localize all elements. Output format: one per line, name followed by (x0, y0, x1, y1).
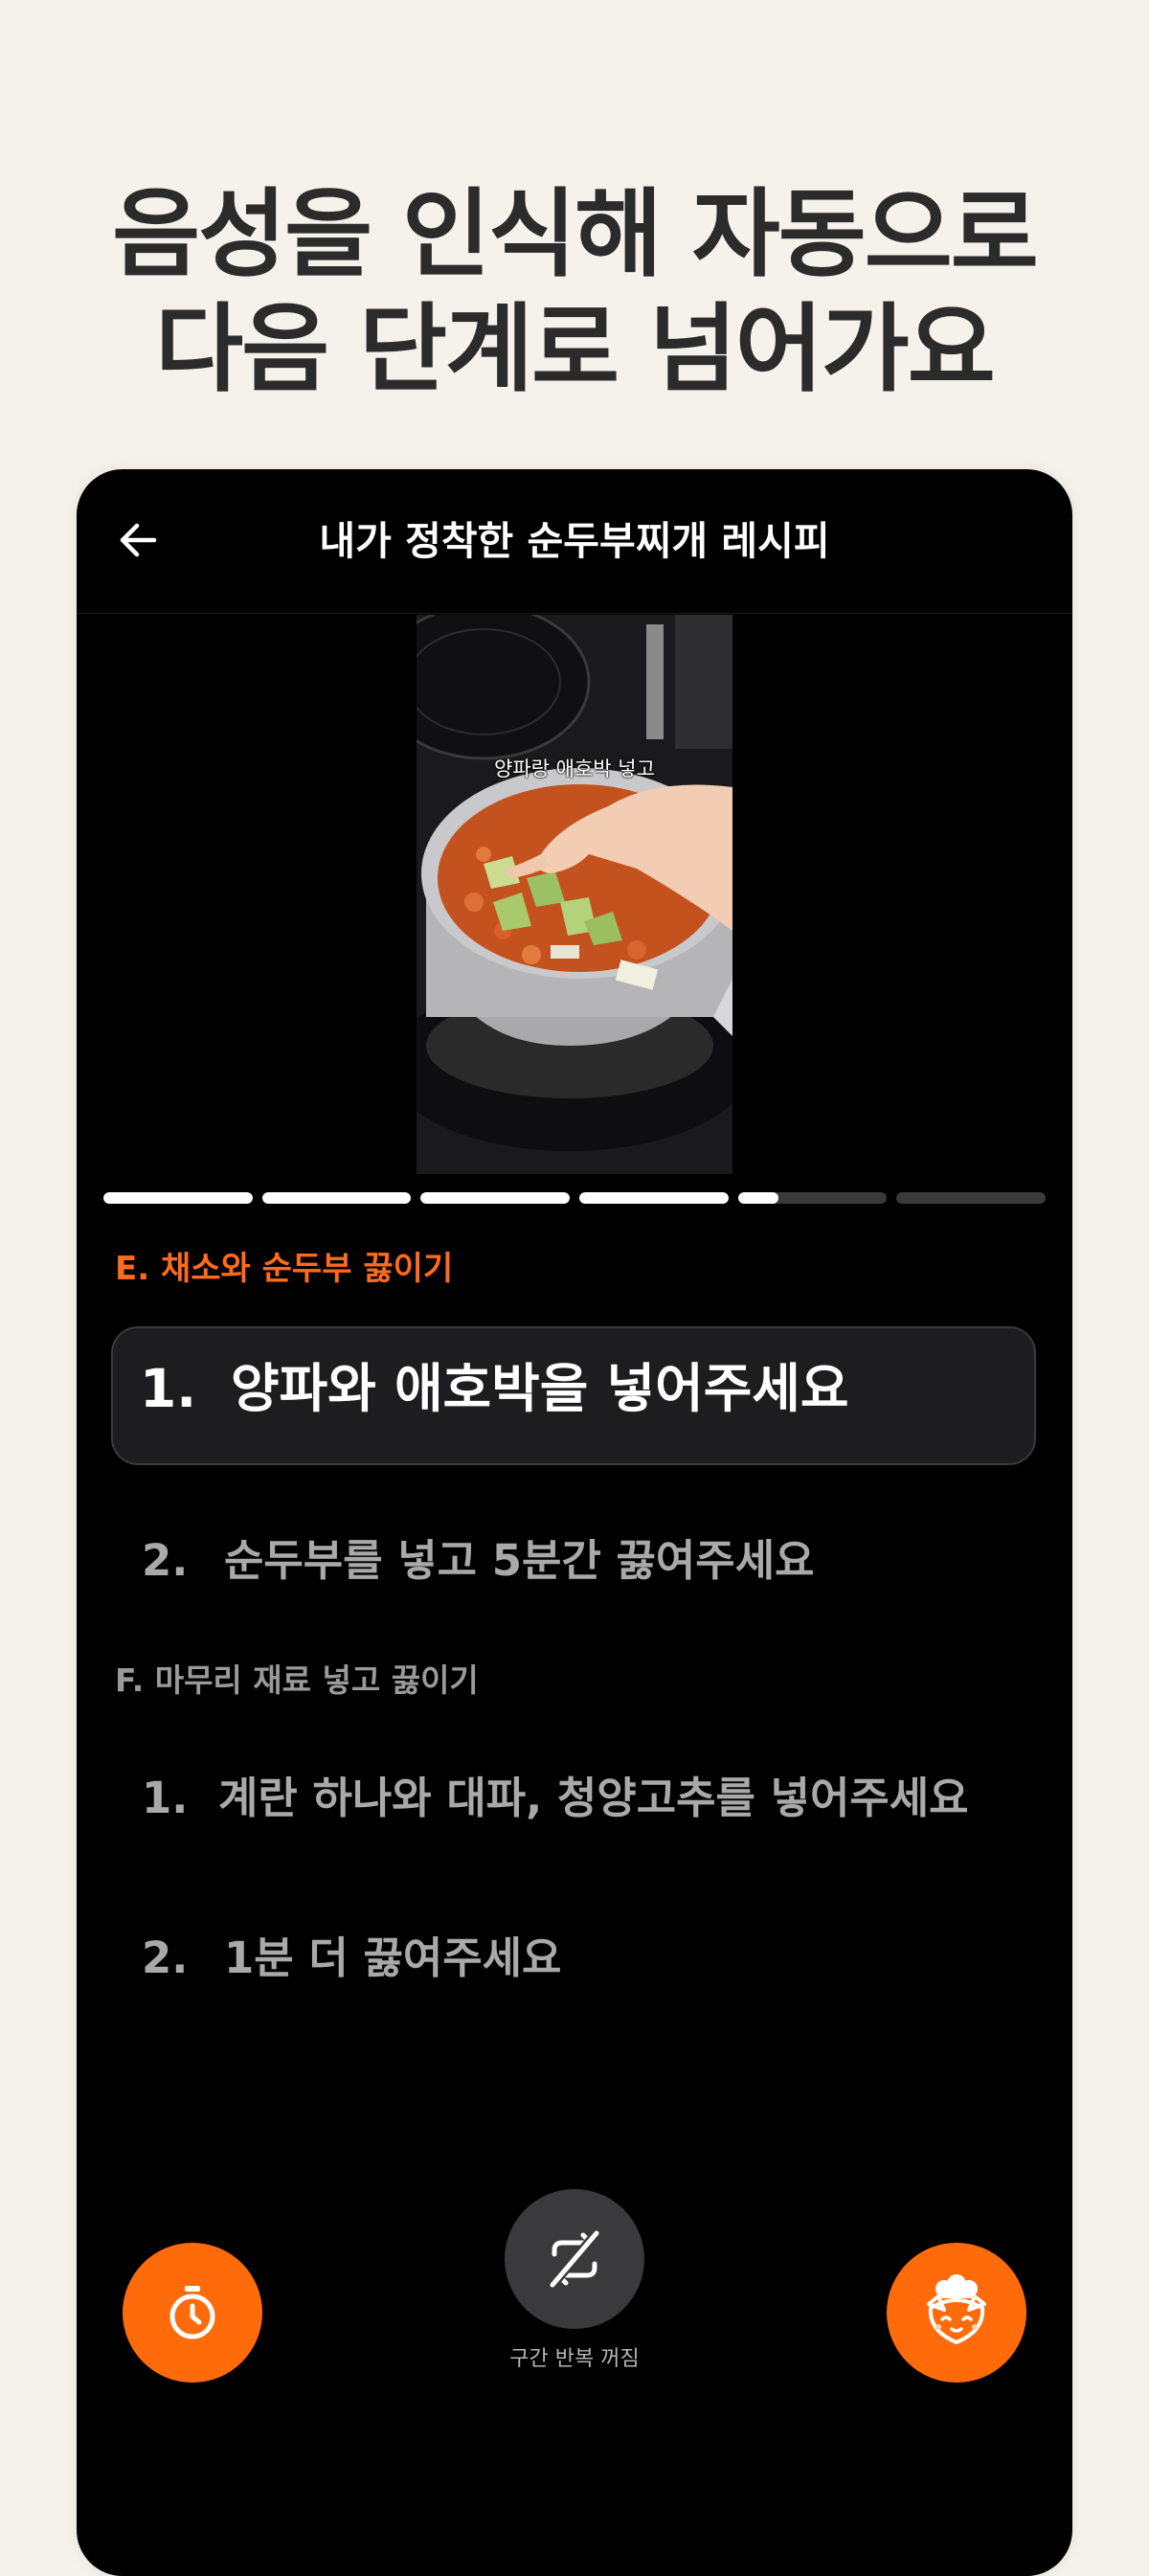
step-number: 1. (142, 1773, 189, 1823)
progress-segment (737, 1192, 888, 1204)
repeat-toggle-button[interactable] (505, 2189, 644, 2329)
video-caption: 양파랑 애호박 넣고 (494, 757, 655, 780)
step-number: 2. (142, 1535, 189, 1586)
progress-segment (103, 1192, 253, 1204)
progress-segment (896, 1192, 1047, 1204)
promo-headline-line1: 음성을 인식해 자동으로 (112, 178, 1039, 290)
top-bar: 내가 정착한 순두부찌개 레시피 (77, 469, 1072, 614)
promo-headline: 음성을 인식해 자동으로 다음 단계로 넘어가요 (0, 177, 1149, 407)
assistant-button[interactable] (887, 2243, 1026, 2383)
progress-segment-fill (261, 1192, 412, 1204)
step-text: 1분 더 끓여주세요 (224, 1932, 562, 1983)
progress-segment (261, 1192, 412, 1204)
step-number: 2. (142, 1932, 189, 1983)
step-text: 계란 하나와 대파, 청양고추를 넣어주세요 (218, 1773, 969, 1823)
recipe-title: 내가 정착한 순두부찌개 레시피 (319, 518, 830, 564)
phone-screen: 내가 정착한 순두부찌개 레시피 양파랑 애호박 넣고 E. 채소와 순두부 끓… (77, 469, 1072, 2576)
video-frame (417, 615, 732, 1174)
timer-button[interactable] (123, 2243, 262, 2383)
progress-segment-fill (103, 1192, 253, 1204)
section-title-f: F. 마무리 재료 넣고 끓이기 (115, 1661, 479, 1699)
promo-headline-line2: 다음 단계로 넘어가요 (155, 293, 996, 405)
repeat-off-icon (548, 2228, 601, 2290)
chef-fox-icon (927, 2274, 986, 2344)
step-progress-bar (103, 1192, 1047, 1204)
step-item[interactable]: 1. 계란 하나와 대파, 청양고추를 넣어주세요 (142, 1772, 969, 1825)
step-number: 1. (140, 1358, 197, 1419)
section-title-e: E. 채소와 순두부 끓이기 (115, 1250, 454, 1288)
repeat-status-label: 구간 반복 꺼짐 (509, 2347, 640, 2371)
step-item[interactable]: 2. 순두부를 넣고 5분간 끓여주세요 (142, 1534, 815, 1588)
progress-segment-fill (420, 1192, 571, 1204)
progress-segment-fill (737, 1192, 778, 1204)
timer-icon (169, 2286, 215, 2339)
step-text: 순두부를 넣고 5분간 끓여주세요 (224, 1535, 815, 1586)
recipe-video[interactable]: 양파랑 애호박 넣고 (417, 615, 732, 1174)
step-item[interactable]: 2. 1분 더 끓여주세요 (142, 1932, 561, 1985)
progress-segment (420, 1192, 571, 1204)
step-text: 양파와 애호박을 넣어주세요 (231, 1358, 849, 1419)
step-item-active[interactable]: 1. 양파와 애호박을 넣어주세요 (140, 1355, 849, 1422)
progress-segment (579, 1192, 729, 1204)
progress-segment-fill (579, 1192, 729, 1204)
back-button[interactable] (107, 509, 169, 571)
arrow-left-icon (120, 523, 157, 557)
